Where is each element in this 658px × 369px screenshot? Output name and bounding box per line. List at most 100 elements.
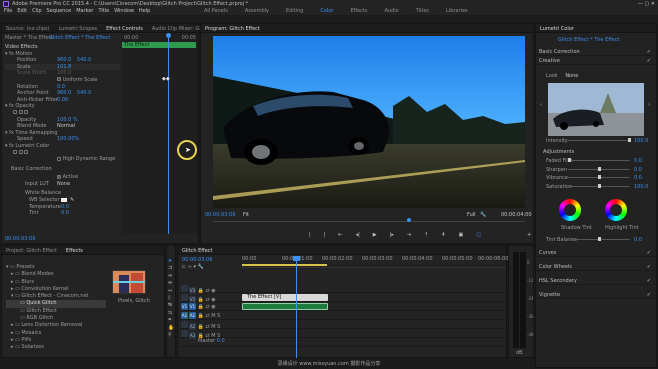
play-icon[interactable]: ▶ bbox=[373, 232, 377, 238]
slider-thumb[interactable] bbox=[628, 138, 631, 142]
slide-tool-icon[interactable]: ⇆ bbox=[168, 310, 174, 317]
menu-window[interactable]: Window bbox=[114, 8, 134, 14]
section-toggle-icon[interactable]: ✓ bbox=[647, 250, 651, 256]
program-timecode[interactable]: 00:00:03:06 bbox=[205, 212, 236, 218]
creative-section[interactable]: Creative ✓ bbox=[536, 56, 656, 65]
sharpen-row[interactable]: Sharpen 0.0 bbox=[546, 166, 650, 176]
slider-value[interactable]: 0.0 bbox=[634, 237, 642, 243]
hsl-secondary-section[interactable]: HSL Secondary ✓ bbox=[536, 276, 656, 285]
ec-playhead-head[interactable] bbox=[166, 33, 171, 38]
section-toggle-icon[interactable]: ✓ bbox=[647, 49, 651, 55]
slider-value[interactable]: 100.0 bbox=[634, 138, 648, 144]
keyframe-area[interactable]: 00:00 00:05 The Effect ◆◆ bbox=[122, 33, 198, 234]
eye-icon[interactable]: ◉ bbox=[211, 304, 215, 310]
property-value[interactable]: 101.8 bbox=[57, 64, 71, 70]
property-value[interactable]: 100.00% bbox=[57, 136, 79, 142]
workspace-all-panels[interactable]: All Panels bbox=[204, 8, 228, 14]
look-next-icon[interactable]: › bbox=[648, 102, 650, 108]
scale-row[interactable]: Scale 101.8 bbox=[5, 63, 120, 71]
slider-value[interactable]: 0.0 bbox=[634, 167, 642, 173]
property-value[interactable]: 0.00 bbox=[57, 97, 68, 103]
saturation-row[interactable]: Saturation 100.0 bbox=[546, 183, 650, 193]
source-patch[interactable] bbox=[181, 330, 188, 337]
work-area-bar[interactable] bbox=[242, 264, 327, 266]
tree-item[interactable]: ▸ ▭ Mosaics bbox=[6, 330, 106, 337]
property-value[interactable]: 100.0 % bbox=[57, 117, 78, 123]
zoom-tool-icon[interactable]: ⚲ bbox=[168, 332, 174, 339]
extract-icon[interactable]: ⇞ bbox=[441, 232, 445, 238]
rect-mask-icon[interactable] bbox=[18, 110, 23, 115]
workspace-titles[interactable]: Titles bbox=[416, 8, 429, 14]
opacity-value-row[interactable]: Opacity 100.0 % bbox=[5, 117, 120, 124]
mark-out-icon[interactable]: | bbox=[324, 232, 326, 238]
highlight-tint-wheel[interactable] bbox=[605, 199, 627, 221]
program-playhead[interactable] bbox=[407, 218, 411, 222]
slider-value[interactable]: 0.0 bbox=[634, 175, 642, 181]
lumetri-mask-row[interactable] bbox=[5, 150, 120, 157]
lock-icon[interactable]: 🔒 bbox=[198, 304, 204, 310]
property-value-2[interactable]: 540.0 bbox=[77, 90, 91, 96]
input-lut-select[interactable]: None bbox=[57, 181, 70, 187]
sync-icon[interactable]: ⇄ bbox=[205, 313, 209, 319]
temperature-row[interactable]: Temperature 0.0 bbox=[5, 204, 120, 211]
faded-film-row[interactable]: Faded Film 0.0 bbox=[546, 158, 650, 167]
go-to-out-icon[interactable]: ⇥ bbox=[407, 232, 411, 238]
menu-sequence[interactable]: Sequence bbox=[47, 8, 72, 14]
adjustments-label[interactable]: Adjustments bbox=[543, 149, 574, 155]
track-master[interactable]: Master 0.0 bbox=[180, 338, 506, 347]
blend-mode-row[interactable]: Blend Mode Normal bbox=[5, 123, 120, 130]
white-balance-row[interactable]: White Balance bbox=[5, 190, 120, 197]
timeline-timecode[interactable]: 00:00:03:06 bbox=[182, 257, 213, 263]
expand-icon[interactable]: ▾ fx bbox=[5, 103, 15, 109]
slider-thumb[interactable] bbox=[598, 237, 601, 241]
property-value-2[interactable]: 540.0 bbox=[77, 57, 91, 63]
add-button-icon[interactable]: + bbox=[527, 232, 531, 238]
tab-effect-controls[interactable]: Effect Controls bbox=[106, 26, 143, 32]
vibrance-row[interactable]: Vibrance 0.0 bbox=[546, 175, 650, 184]
track-label[interactable]: V1 bbox=[189, 303, 196, 310]
razor-tool-icon[interactable]: ◊ bbox=[168, 295, 174, 302]
tree-item[interactable]: ▸ ▭ Blurs bbox=[6, 279, 106, 286]
menu-marker[interactable]: Marker bbox=[76, 8, 93, 14]
checkbox-icon[interactable] bbox=[57, 77, 61, 82]
track-a2[interactable]: A2 🔒 ⇄ M S bbox=[180, 320, 506, 330]
settings-icon[interactable]: 🔧 bbox=[198, 264, 204, 270]
blend-mode-select[interactable]: Normal bbox=[57, 123, 75, 129]
workspace-effects[interactable]: Effects bbox=[350, 8, 367, 14]
step-forward-icon[interactable]: |▸ bbox=[390, 232, 394, 238]
source-patch[interactable]: V1 bbox=[181, 303, 188, 310]
slider-thumb[interactable] bbox=[568, 158, 571, 162]
hdr-row[interactable]: High Dynamic Range bbox=[5, 156, 120, 163]
time-remap-row[interactable]: ▾ fx Time Remapping bbox=[5, 130, 120, 137]
hand-tool-icon[interactable]: ✋ bbox=[168, 325, 174, 332]
tab-effects[interactable]: Effects bbox=[66, 248, 83, 254]
track-v2[interactable]: V2 🔒 ⇄ ◉ The Effect [V] bbox=[180, 293, 506, 303]
eyedropper-icon[interactable]: ✎ bbox=[70, 197, 74, 203]
pen-mask-icon[interactable] bbox=[24, 150, 29, 154]
ec-current-time[interactable]: 00:00:03:06 bbox=[5, 236, 36, 242]
tree-item[interactable]: ▾ ▭ Presets bbox=[6, 264, 106, 271]
source-patch[interactable] bbox=[181, 321, 188, 328]
lumetri-clip-selector[interactable]: Glitch Effect * The Effect bbox=[558, 37, 619, 43]
slider-track[interactable] bbox=[568, 140, 630, 141]
scale-keyframes[interactable]: ◆◆ bbox=[162, 76, 170, 82]
property-value[interactable]: 0.0 bbox=[61, 210, 69, 216]
rolling-edit-icon[interactable]: ⇼ bbox=[168, 280, 174, 287]
quality-select[interactable]: Full bbox=[467, 212, 476, 218]
slider-value[interactable]: 0.0 bbox=[634, 158, 642, 164]
tree-item-selected[interactable]: ▭ Quick Glitch bbox=[6, 300, 106, 308]
mask-tools-row[interactable] bbox=[5, 110, 120, 117]
anti-flicker-row[interactable]: Anti-flicker Filter 0.00 bbox=[5, 97, 120, 104]
selection-tool-icon[interactable]: ➤ bbox=[168, 258, 174, 265]
checkbox-icon[interactable] bbox=[57, 174, 61, 179]
comparison-view-icon[interactable]: ◫ bbox=[476, 232, 481, 238]
workspace-assembly[interactable]: Assembly bbox=[245, 8, 269, 14]
pen-tool-icon[interactable]: ✒ bbox=[168, 317, 174, 324]
section-toggle-icon[interactable]: ✓ bbox=[647, 58, 651, 64]
tab-lumetri-scopes[interactable]: Lumetri Scopes bbox=[58, 26, 97, 32]
tab-program[interactable]: Program: Glitch Effect bbox=[205, 26, 260, 32]
ec-playhead[interactable] bbox=[168, 34, 169, 234]
checkbox-icon[interactable] bbox=[57, 156, 61, 161]
expand-icon[interactable]: ▾ fx bbox=[5, 143, 15, 149]
tab-lumetri-color[interactable]: Lumetri Color bbox=[540, 26, 574, 32]
